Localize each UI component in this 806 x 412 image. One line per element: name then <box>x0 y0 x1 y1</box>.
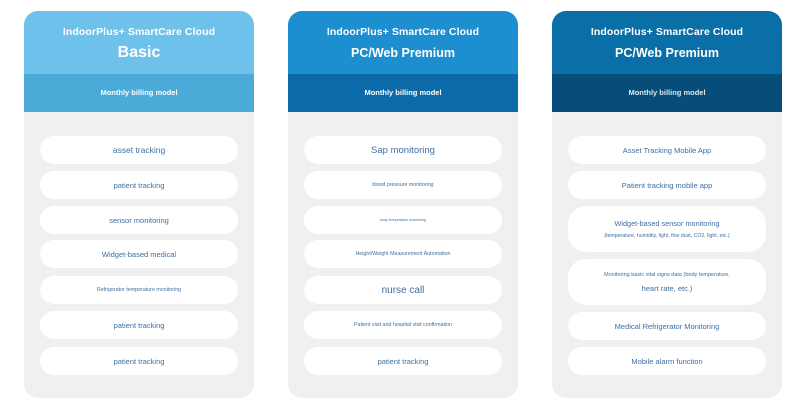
feature-item: asset tracking <box>40 136 238 164</box>
card-plan-name: PC/Web Premium <box>615 46 719 60</box>
card-plan-name: Basic <box>117 44 161 61</box>
card-billing-model: Monthly billing model <box>552 74 782 112</box>
feature-item: blood pressure monitoring <box>304 171 502 199</box>
plan-card-basic: IndoorPlus+ SmartCare Cloud Basic Monthl… <box>24 11 254 398</box>
feature-item: Widget-based sensor monitoring (temperat… <box>568 206 766 252</box>
plan-card-pc-web-premium: IndoorPlus+ SmartCare Cloud PC/Web Premi… <box>288 11 518 398</box>
feature-item: Patient tracking mobile app <box>568 171 766 199</box>
card-brand: IndoorPlus+ SmartCare Cloud <box>62 26 216 38</box>
feature-label: Sap monitoring <box>371 144 435 156</box>
card-header: IndoorPlus+ SmartCare Cloud Basic <box>24 11 254 74</box>
feature-item: Height/Weight Measurement Automation <box>304 240 502 268</box>
feature-label: Widget-based medical <box>101 249 177 259</box>
card-brand: IndoorPlus+ SmartCare Cloud <box>326 26 480 38</box>
feature-label: patient tracking <box>113 356 165 366</box>
feature-item: Sap monitoring <box>304 136 502 164</box>
feature-item: body temperature monitoring <box>304 206 502 234</box>
feature-label: Mobile alarm function <box>631 356 703 366</box>
plan-card-mobile-premium: IndoorPlus+ SmartCare Cloud PC/Web Premi… <box>552 11 782 398</box>
feature-label: sensor monitoring <box>109 215 169 225</box>
feature-item: Medical Refrigerator Monitoring <box>568 312 766 340</box>
feature-item: patient tracking <box>40 347 238 375</box>
feature-label: nurse call <box>381 284 425 296</box>
feature-label: Widget-based sensor monitoring <box>614 219 720 228</box>
card-billing-model: Monthly billing model <box>24 74 254 112</box>
card-brand: IndoorPlus+ SmartCare Cloud <box>590 26 744 38</box>
feature-item: nurse call <box>304 276 502 304</box>
feature-label: asset tracking <box>112 145 166 155</box>
feature-label: patient tracking <box>113 180 165 190</box>
feature-item: Widget-based medical <box>40 240 238 268</box>
feature-label: Medical Refrigerator Monitoring <box>614 321 720 331</box>
feature-item: patient tracking <box>40 311 238 339</box>
feature-item: sensor monitoring <box>40 206 238 234</box>
feature-label: blood pressure monitoring <box>372 182 434 188</box>
feature-item: Asset Tracking Mobile App <box>568 136 766 164</box>
feature-item: patient tracking <box>40 171 238 199</box>
feature-label: Patient tracking mobile app <box>621 180 713 190</box>
feature-label: Refrigerator temperature monitoring <box>96 287 182 293</box>
feature-label: Asset Tracking Mobile App <box>622 145 712 155</box>
feature-label: Monitoring basic vital signs data (body … <box>604 271 730 278</box>
feature-item: Patient visit and hospital visit confirm… <box>304 311 502 339</box>
feature-sublabel: heart rate, etc.) <box>641 283 693 293</box>
feature-label: Height/Weight Measurement Automation <box>355 251 451 257</box>
card-plan-name: PC/Web Premium <box>351 46 455 60</box>
feature-item: Refrigerator temperature monitoring <box>40 276 238 304</box>
feature-label: Patient visit and hospital visit confirm… <box>353 322 453 328</box>
feature-sublabel: (temperature, humidity, light, fine dust… <box>604 233 730 239</box>
card-header: IndoorPlus+ SmartCare Cloud PC/Web Premi… <box>552 11 782 74</box>
feature-label: patient tracking <box>377 356 429 366</box>
feature-item: Mobile alarm function <box>568 347 766 375</box>
feature-label: patient tracking <box>113 320 165 330</box>
feature-item: Monitoring basic vital signs data (body … <box>568 259 766 305</box>
card-header: IndoorPlus+ SmartCare Cloud PC/Web Premi… <box>288 11 518 74</box>
card-billing-model: Monthly billing model <box>288 74 518 112</box>
feature-item: patient tracking <box>304 347 502 375</box>
feature-label: body temperature monitoring <box>380 218 426 222</box>
